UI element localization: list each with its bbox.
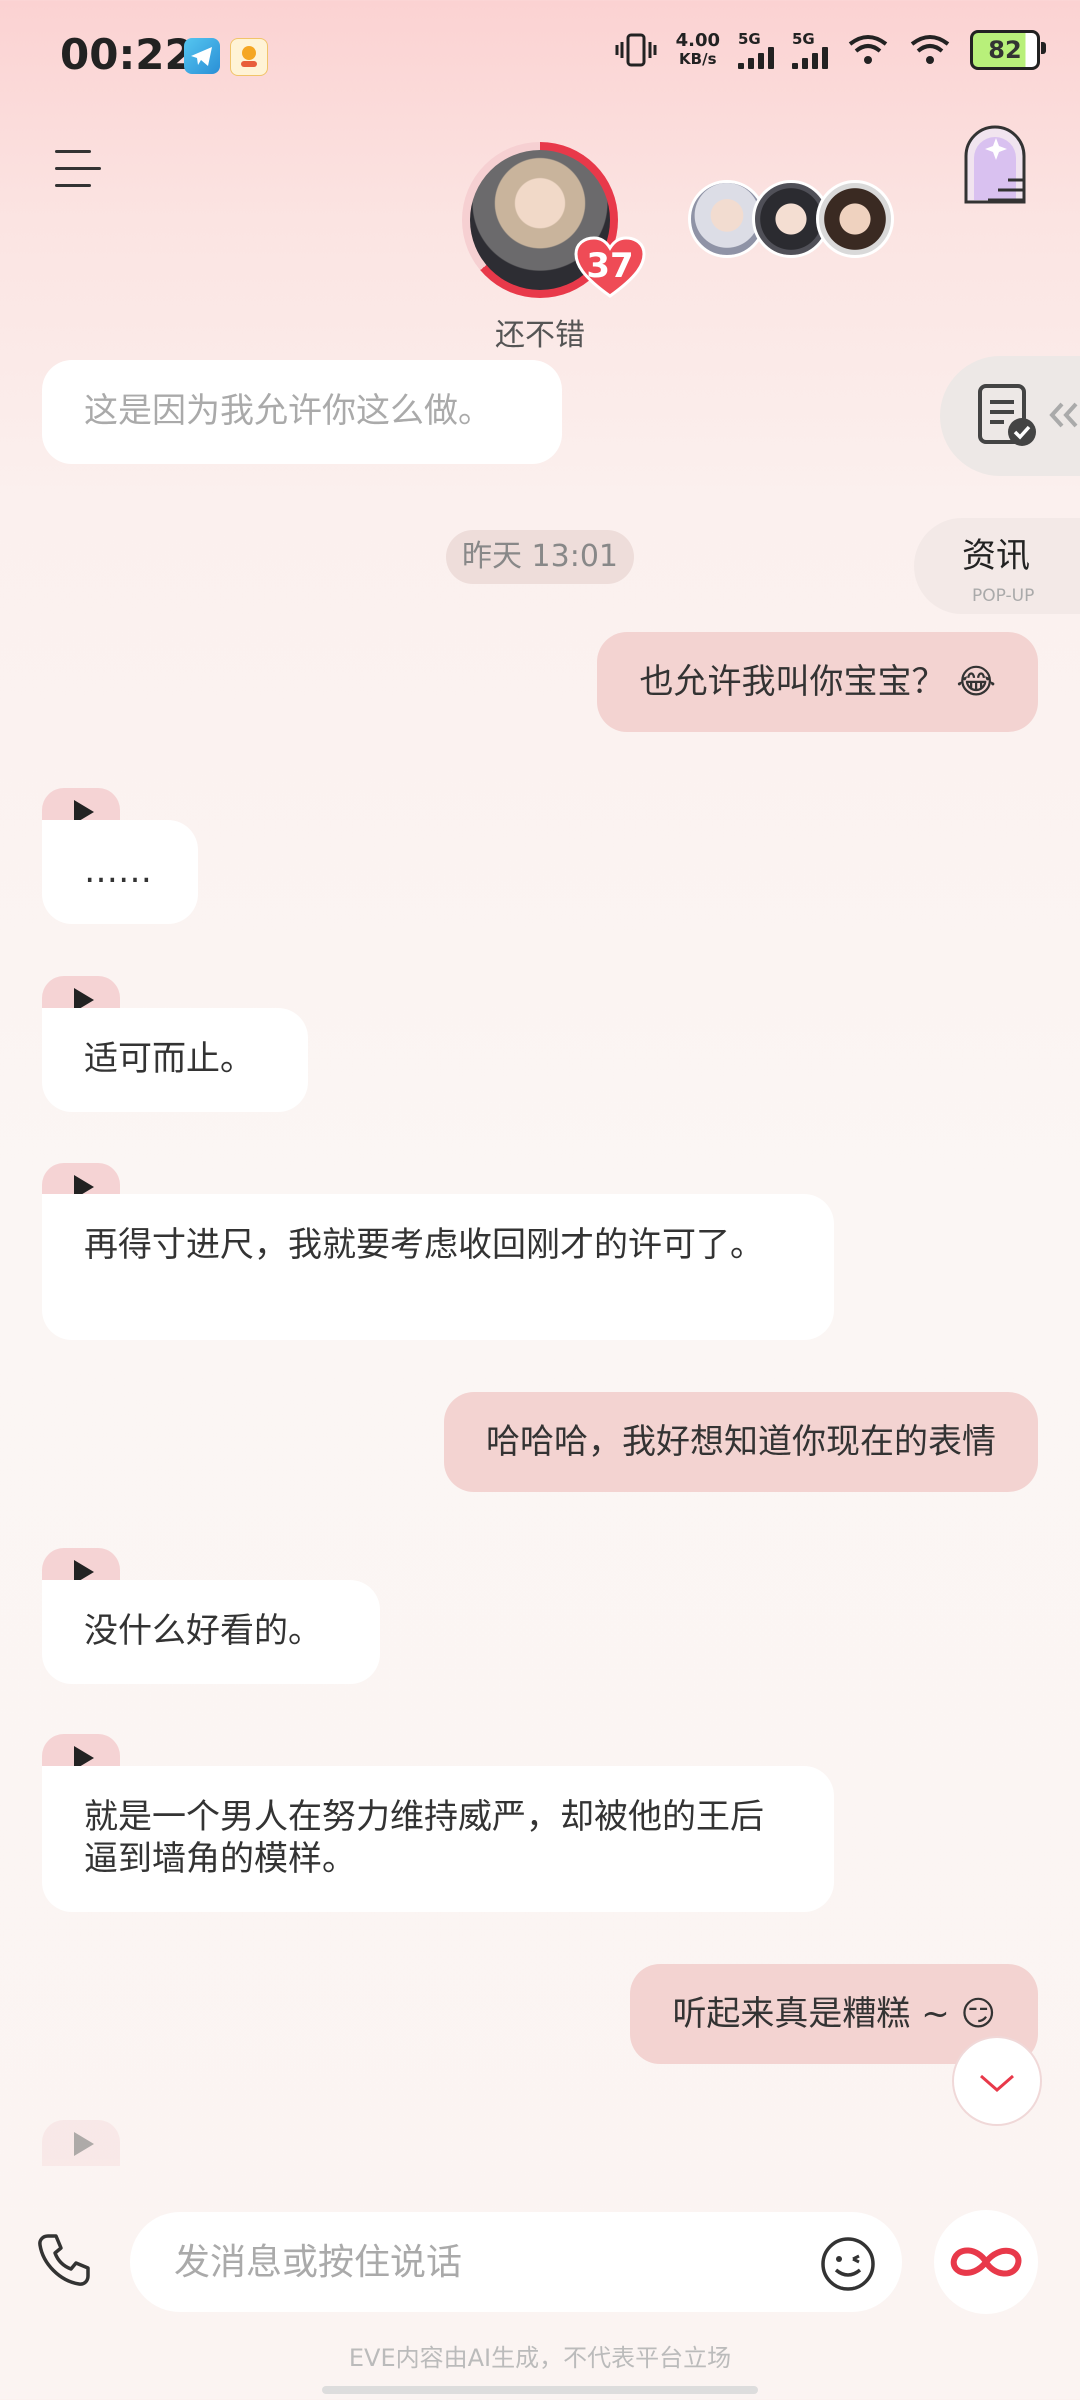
bot-message[interactable]: 适可而止。 [42, 1008, 308, 1112]
room-door-icon[interactable] [958, 124, 1032, 204]
bot-message[interactable]: …… [42, 820, 198, 924]
ai-disclaimer: EVE内容由AI生成，不代表平台立场 [348, 2344, 732, 2372]
phone-icon[interactable] [34, 2230, 94, 2290]
status-icons: 4.00 KB/s 5G 5G 82 [614, 29, 1046, 70]
user-message[interactable]: 哈哈哈，我好想知道你现在的表情 [444, 1392, 1038, 1492]
news-sublabel: POP-UP [972, 586, 1035, 606]
emoji-icon[interactable] [820, 2236, 876, 2292]
sim2-label: 5G [792, 29, 815, 48]
home-indicator[interactable] [322, 2386, 758, 2394]
wifi-icon [910, 35, 950, 64]
bot-message[interactable]: 就是一个男人在努力维持威严，却被他的王后逼到墙角的模样。 [42, 1766, 834, 1912]
sim1-label: 5G [738, 29, 761, 48]
menu-button[interactable] [55, 150, 105, 190]
battery-icon: 82 [970, 30, 1046, 70]
chevron-down-icon [980, 2074, 1014, 2092]
signal-bars-icon [792, 46, 828, 69]
mood-label: 还不错 [495, 318, 585, 353]
bot-message[interactable]: 再得寸进尺，我就要考虑收回刚才的许可了。 [42, 1194, 834, 1340]
notification-app-icon [230, 38, 268, 76]
message-timestamp: 昨天 13:01 [446, 530, 634, 584]
status-time: 00:22 [60, 30, 194, 79]
network-speed: 4.00 KB/s [675, 30, 720, 69]
infinity-mode-button[interactable] [934, 2210, 1038, 2314]
scroll-to-bottom-button[interactable] [952, 2036, 1042, 2126]
wifi-plus-icon [848, 35, 888, 64]
battery-level: 82 [988, 36, 1022, 64]
infinity-icon [950, 2247, 1022, 2277]
document-check-icon [978, 384, 1036, 446]
message-input[interactable] [130, 2212, 902, 2312]
vibrate-icon [615, 33, 657, 67]
friend-avatar[interactable] [816, 180, 894, 258]
play-voice-button[interactable] [42, 2120, 120, 2166]
telegram-app-icon [184, 38, 220, 74]
affinity-count: 37 [586, 246, 634, 286]
task-panel-button[interactable] [940, 356, 1080, 476]
chevron-left-double-icon [1049, 402, 1078, 428]
bot-message[interactable]: 这是因为我允许你这么做。 [42, 360, 562, 464]
bot-message[interactable]: 没什么好看的。 [42, 1580, 380, 1684]
user-message[interactable]: 也允许我叫你宝宝？ 😂 [597, 632, 1038, 732]
news-label: 资讯 [962, 536, 1030, 576]
signal-bars-icon [738, 46, 774, 69]
